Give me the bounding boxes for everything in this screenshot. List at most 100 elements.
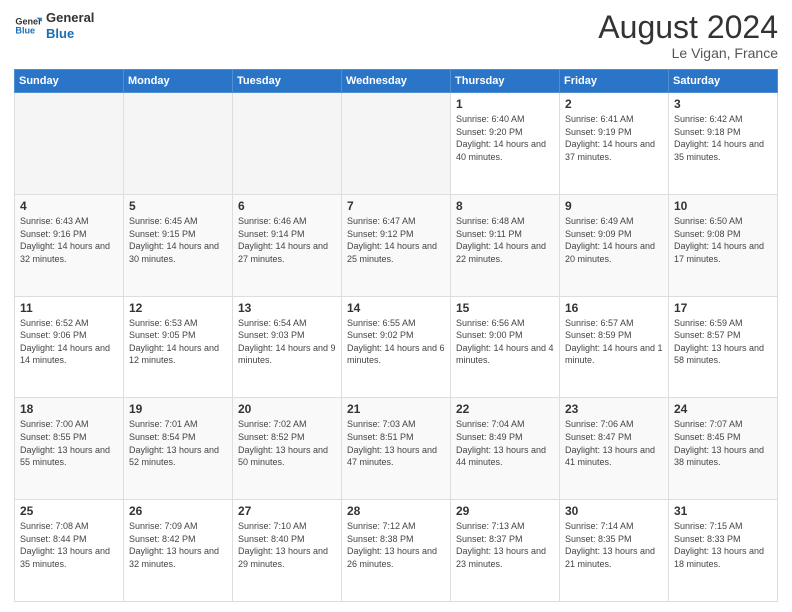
day-number: 9: [565, 199, 663, 213]
col-monday: Monday: [124, 70, 233, 93]
day-number: 27: [238, 504, 336, 518]
calendar-day: 31Sunrise: 7:15 AMSunset: 8:33 PMDayligh…: [669, 500, 778, 602]
day-number: 16: [565, 301, 663, 315]
calendar-day: 18 Sunrise: 7:00 AMSunset: 8:55 PMDayligh…: [15, 398, 124, 500]
day-detail: Sunrise: 6:46 AMSunset: 9:14 PMDaylight:…: [238, 215, 336, 265]
day-detail: Sunrise: 7:09 AMSunset: 8:42 PMDaylight:…: [129, 520, 227, 570]
day-number: 7: [347, 199, 445, 213]
day-detail: Sunrise: 6:57 AMSunset: 8:59 PMDaylight:…: [565, 317, 663, 367]
day-number: 11: [20, 301, 118, 315]
day-detail: Sunrise: 6:52 AMSunset: 9:06 PMDaylight:…: [20, 317, 118, 367]
logo-blue: Blue: [46, 26, 94, 42]
day-detail: Sunrise: 7:10 AMSunset: 8:40 PMDaylight:…: [238, 520, 336, 570]
day-detail: Sunrise: 7:04 AMSunset: 8:49 PMDaylight:…: [456, 418, 554, 468]
day-number: 14: [347, 301, 445, 315]
calendar-day: 24 Sunrise: 7:07 AMSunset: 8:45 PMDayligh…: [669, 398, 778, 500]
calendar-day: 12Sunrise: 6:53 AMSunset: 9:05 PMDayligh…: [124, 296, 233, 398]
day-number: 6: [238, 199, 336, 213]
day-detail: Sunrise: 6:43 AMSunset: 9:16 PMDaylight:…: [20, 215, 118, 265]
day-number: 15: [456, 301, 554, 315]
day-number: 29: [456, 504, 554, 518]
day-number: 2: [565, 97, 663, 111]
day-detail: Sunrise: 6:53 AMSunset: 9:05 PMDaylight:…: [129, 317, 227, 367]
day-detail: Sunrise: 6:54 AMSunset: 9:03 PMDaylight:…: [238, 317, 336, 367]
calendar-day: 9 Sunrise: 6:49 AMSunset: 9:09 PMDaylight…: [560, 194, 669, 296]
calendar-header-row: Sunday Monday Tuesday Wednesday Thursday…: [15, 70, 778, 93]
calendar-day: 23Sunrise: 7:06 AMSunset: 8:47 PMDayligh…: [560, 398, 669, 500]
day-detail: Sunrise: 6:41 AMSunset: 9:19 PMDaylight:…: [565, 113, 663, 163]
calendar-day: 27 Sunrise: 7:10 AMSunset: 8:40 PMDayligh…: [233, 500, 342, 602]
calendar-day: 2 Sunrise: 6:41 AMSunset: 9:19 PMDaylight…: [560, 93, 669, 195]
calendar-day: [15, 93, 124, 195]
day-detail: Sunrise: 7:13 AMSunset: 8:37 PMDaylight:…: [456, 520, 554, 570]
calendar-day: 14 Sunrise: 6:55 AMSunset: 9:02 PMDayligh…: [342, 296, 451, 398]
calendar-day: 6 Sunrise: 6:46 AMSunset: 9:14 PMDaylight…: [233, 194, 342, 296]
calendar-day: [342, 93, 451, 195]
calendar-day: [233, 93, 342, 195]
day-number: 3: [674, 97, 772, 111]
calendar-day: 11 Sunrise: 6:52 AMSunset: 9:06 PMDayligh…: [15, 296, 124, 398]
calendar-day: 5 Sunrise: 6:45 AMSunset: 9:15 PMDaylight…: [124, 194, 233, 296]
day-detail: Sunrise: 6:42 AMSunset: 9:18 PMDaylight:…: [674, 113, 772, 163]
day-number: 28: [347, 504, 445, 518]
title-block: August 2024 Le Vigan, France: [598, 10, 778, 61]
calendar-day: 21 Sunrise: 7:03 AMSunset: 8:51 PMDayligh…: [342, 398, 451, 500]
day-number: 1: [456, 97, 554, 111]
calendar-day: 20 Sunrise: 7:02 AMSunset: 8:52 PMDayligh…: [233, 398, 342, 500]
day-number: 30: [565, 504, 663, 518]
day-number: 24: [674, 402, 772, 416]
day-detail: Sunrise: 7:08 AMSunset: 8:44 PMDaylight:…: [20, 520, 118, 570]
calendar-week-1: 4Sunrise: 6:43 AMSunset: 9:16 PMDaylight…: [15, 194, 778, 296]
day-number: 13: [238, 301, 336, 315]
calendar-day: 28 Sunrise: 7:12 AMSunset: 8:38 PMDayligh…: [342, 500, 451, 602]
day-detail: Sunrise: 6:56 AMSunset: 9:00 PMDaylight:…: [456, 317, 554, 367]
day-detail: Sunrise: 7:01 AMSunset: 8:54 PMDaylight:…: [129, 418, 227, 468]
day-detail: Sunrise: 7:03 AMSunset: 8:51 PMDaylight:…: [347, 418, 445, 468]
day-number: 22: [456, 402, 554, 416]
calendar-day: 19Sunrise: 7:01 AMSunset: 8:54 PMDayligh…: [124, 398, 233, 500]
day-number: 21: [347, 402, 445, 416]
header: General Blue General Blue August 2024 Le…: [14, 10, 778, 61]
calendar-day: 10 Sunrise: 6:50 AMSunset: 9:08 PMDayligh…: [669, 194, 778, 296]
day-detail: Sunrise: 6:55 AMSunset: 9:02 PMDaylight:…: [347, 317, 445, 367]
day-detail: Sunrise: 6:40 AMSunset: 9:20 PMDaylight:…: [456, 113, 554, 163]
calendar-day: 16 Sunrise: 6:57 AMSunset: 8:59 PMDayligh…: [560, 296, 669, 398]
calendar-day: 30Sunrise: 7:14 AMSunset: 8:35 PMDayligh…: [560, 500, 669, 602]
day-detail: Sunrise: 6:45 AMSunset: 9:15 PMDaylight:…: [129, 215, 227, 265]
calendar-day: 4Sunrise: 6:43 AMSunset: 9:16 PMDaylight…: [15, 194, 124, 296]
col-saturday: Saturday: [669, 70, 778, 93]
day-detail: Sunrise: 7:00 AMSunset: 8:55 PMDaylight:…: [20, 418, 118, 468]
col-thursday: Thursday: [451, 70, 560, 93]
col-tuesday: Tuesday: [233, 70, 342, 93]
page: General Blue General Blue August 2024 Le…: [0, 0, 792, 612]
day-detail: Sunrise: 6:49 AMSunset: 9:09 PMDaylight:…: [565, 215, 663, 265]
calendar-week-3: 18 Sunrise: 7:00 AMSunset: 8:55 PMDayligh…: [15, 398, 778, 500]
day-detail: Sunrise: 7:02 AMSunset: 8:52 PMDaylight:…: [238, 418, 336, 468]
day-number: 26: [129, 504, 227, 518]
calendar-day: 25 Sunrise: 7:08 AMSunset: 8:44 PMDayligh…: [15, 500, 124, 602]
calendar-day: 3 Sunrise: 6:42 AMSunset: 9:18 PMDaylight…: [669, 93, 778, 195]
calendar-day: 22 Sunrise: 7:04 AMSunset: 8:49 PMDayligh…: [451, 398, 560, 500]
col-sunday: Sunday: [15, 70, 124, 93]
day-number: 5: [129, 199, 227, 213]
day-detail: Sunrise: 7:07 AMSunset: 8:45 PMDaylight:…: [674, 418, 772, 468]
day-detail: Sunrise: 7:12 AMSunset: 8:38 PMDaylight:…: [347, 520, 445, 570]
calendar-day: 26 Sunrise: 7:09 AMSunset: 8:42 PMDayligh…: [124, 500, 233, 602]
col-friday: Friday: [560, 70, 669, 93]
page-title: August 2024: [598, 10, 778, 45]
calendar-day: 29 Sunrise: 7:13 AMSunset: 8:37 PMDayligh…: [451, 500, 560, 602]
day-number: 25: [20, 504, 118, 518]
calendar-day: 7Sunrise: 6:47 AMSunset: 9:12 PMDaylight…: [342, 194, 451, 296]
calendar-week-4: 25 Sunrise: 7:08 AMSunset: 8:44 PMDayligh…: [15, 500, 778, 602]
day-detail: Sunrise: 7:06 AMSunset: 8:47 PMDaylight:…: [565, 418, 663, 468]
day-number: 10: [674, 199, 772, 213]
day-number: 20: [238, 402, 336, 416]
page-subtitle: Le Vigan, France: [598, 45, 778, 61]
day-number: 17: [674, 301, 772, 315]
calendar-day: 1 Sunrise: 6:40 AMSunset: 9:20 PMDaylight…: [451, 93, 560, 195]
day-number: 18: [20, 402, 118, 416]
calendar-week-2: 11 Sunrise: 6:52 AMSunset: 9:06 PMDayligh…: [15, 296, 778, 398]
day-detail: Sunrise: 6:50 AMSunset: 9:08 PMDaylight:…: [674, 215, 772, 265]
svg-text:Blue: Blue: [15, 25, 35, 35]
calendar-day: 13 Sunrise: 6:54 AMSunset: 9:03 PMDayligh…: [233, 296, 342, 398]
